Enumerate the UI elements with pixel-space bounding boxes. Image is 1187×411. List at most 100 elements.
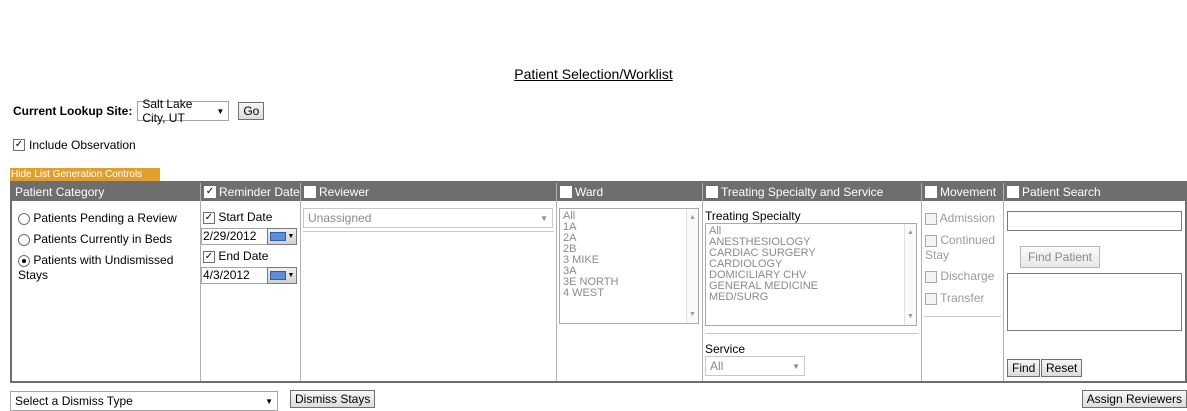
find-patient-button[interactable]: Find Patient — [1020, 246, 1100, 268]
movement-option[interactable]: Transfer — [925, 291, 984, 305]
reviewer-header-label: Reviewer — [319, 185, 370, 199]
specialty-item[interactable]: MED/SURG — [709, 292, 913, 303]
treating-column: Treating Specialty and Service Treating … — [703, 183, 922, 381]
hide-controls-link[interactable]: Hide List Generation Controls — [10, 168, 160, 181]
calendar-icon — [269, 271, 286, 280]
ward-item[interactable]: 1A — [563, 222, 695, 233]
ward-checkbox[interactable] — [560, 186, 572, 198]
patient-search-header-label: Patient Search — [1022, 185, 1101, 199]
chevron-down-icon: ▼ — [792, 361, 800, 371]
service-select[interactable]: All ▼ — [705, 356, 805, 376]
include-observation-checkbox[interactable]: ✓ — [13, 139, 25, 151]
end-date-row: ✓ End Date — [203, 249, 268, 263]
reminder-date-checkbox[interactable]: ✓ — [204, 186, 216, 198]
end-date-input[interactable]: 4/3/2012 — [201, 267, 269, 284]
movement-option[interactable]: Continued Stay — [925, 233, 1001, 263]
scroll-up-icon[interactable]: ▲ — [687, 212, 698, 223]
calendar-icon — [269, 232, 286, 241]
patient-search-column: Patient Search Find Patient Find Reset — [1004, 183, 1185, 381]
divider — [705, 333, 919, 334]
lookup-site-select[interactable]: Salt Lake City, UT ▼ — [137, 97, 230, 125]
patient-category-header: Patient Category — [12, 183, 200, 201]
go-button[interactable]: Go — [238, 102, 265, 120]
reset-button[interactable]: Reset — [1041, 359, 1083, 377]
reminder-date-header: ✓ Reminder Date — [201, 183, 300, 201]
movement-option-label: Admission — [939, 211, 996, 225]
reviewer-checkbox[interactable] — [304, 186, 316, 198]
ward-item[interactable]: All — [563, 211, 695, 222]
radio-pending[interactable] — [18, 212, 30, 225]
category-option-undismissed[interactable]: Patients with Undismissed Stays — [18, 253, 188, 283]
divider — [924, 316, 1001, 317]
include-observation-label: Include Observation — [29, 138, 136, 152]
category-option-label: Patients Currently in Beds — [33, 232, 173, 246]
movement-option-label: Discharge — [940, 269, 995, 283]
treating-specialty-label: Treating Specialty — [705, 209, 801, 223]
category-option-label: Patients with Undismissed Stays — [18, 253, 174, 282]
patient-category-column: Patient Category Patients Pending a Revi… — [12, 183, 201, 381]
continued-stay-checkbox[interactable] — [925, 234, 937, 247]
movement-header-label: Movement — [940, 185, 997, 199]
movement-checkbox[interactable] — [925, 186, 937, 198]
patient-search-input[interactable] — [1007, 211, 1182, 231]
chevron-down-icon: ▼ — [265, 396, 273, 406]
transfer-checkbox[interactable] — [925, 292, 937, 305]
chevron-down-icon: ▼ — [540, 213, 548, 223]
lookup-site-row: Current Lookup Site: Salt Lake City, UT … — [13, 97, 265, 125]
start-date-label: Start Date — [218, 210, 273, 224]
service-value: All — [710, 359, 724, 373]
category-option-pending[interactable]: Patients Pending a Review — [18, 211, 177, 225]
movement-option[interactable]: Admission — [925, 211, 995, 225]
ward-item[interactable]: 2A — [563, 233, 695, 244]
assign-reviewers-button[interactable]: Assign Reviewers — [1081, 390, 1187, 408]
category-option-in-beds[interactable]: Patients Currently in Beds — [18, 232, 172, 246]
treating-checkbox[interactable] — [706, 186, 718, 198]
reviewer-header: Reviewer — [301, 183, 556, 201]
find-button[interactable]: Find — [1007, 359, 1041, 377]
ward-item[interactable]: 3 MIKE — [563, 255, 695, 266]
include-observation-row: ✓ Include Observation — [13, 138, 136, 152]
category-option-label: Patients Pending a Review — [33, 211, 177, 225]
end-date-checkbox[interactable]: ✓ — [203, 250, 215, 263]
service-label: Service — [705, 342, 746, 356]
chevron-down-icon: ▼ — [287, 233, 295, 240]
scroll-up-icon[interactable]: ▲ — [905, 227, 916, 238]
discharge-checkbox[interactable] — [925, 270, 937, 283]
reviewer-value: Unassigned — [308, 211, 372, 225]
patient-results-listbox[interactable] — [1007, 273, 1182, 331]
ward-header-label: Ward — [575, 185, 604, 199]
reviewer-select[interactable]: Unassigned ▼ — [303, 208, 553, 228]
divider — [303, 231, 554, 232]
radio-in-beds[interactable] — [18, 233, 30, 246]
ward-listbox[interactable]: All 1A 2A 2B 3 MIKE 3A 3E NORTH 4 WEST ▲… — [559, 208, 699, 324]
start-date-checkbox[interactable]: ✓ — [203, 211, 215, 224]
scroll-down-icon[interactable]: ▼ — [905, 311, 916, 322]
treating-header: Treating Specialty and Service — [703, 183, 921, 201]
patient-search-header: Patient Search — [1004, 183, 1185, 201]
dismiss-stays-button[interactable]: Dismiss Stays — [290, 390, 376, 408]
dismiss-type-select[interactable]: Select a Dismiss Type ▼ — [10, 391, 278, 411]
admission-checkbox[interactable] — [925, 212, 937, 225]
radio-undismissed[interactable] — [18, 254, 30, 267]
dismiss-type-value: Select a Dismiss Type — [15, 394, 133, 408]
lookup-site-value: Salt Lake City, UT — [142, 97, 193, 125]
list-generation-panel: Patient Category Patients Pending a Revi… — [10, 181, 1187, 383]
lookup-site-label: Current Lookup Site: — [13, 104, 133, 118]
reviewer-column: Reviewer Unassigned ▼ — [301, 183, 557, 381]
end-date-calendar-button[interactable]: ▼ — [267, 267, 297, 284]
movement-option[interactable]: Discharge — [925, 269, 994, 283]
patient-search-checkbox[interactable] — [1007, 186, 1019, 198]
specialty-scrollbar[interactable]: ▲ ▼ — [904, 224, 916, 325]
movement-option-label: Transfer — [940, 291, 985, 305]
chevron-down-icon: ▼ — [216, 106, 225, 116]
start-date-row: ✓ Start Date — [203, 210, 272, 224]
start-date-input[interactable]: 2/29/2012 — [201, 228, 269, 245]
ward-scrollbar[interactable]: ▲ ▼ — [686, 209, 698, 323]
ward-item[interactable]: 4 WEST — [563, 288, 695, 299]
end-date-label: End Date — [218, 249, 269, 263]
start-date-calendar-button[interactable]: ▼ — [267, 228, 297, 245]
reminder-date-column: ✓ Reminder Date ✓ Start Date 2/29/2012 ▼… — [201, 183, 301, 381]
scroll-down-icon[interactable]: ▼ — [687, 309, 698, 320]
page-title: Patient Selection/Worklist — [514, 66, 673, 82]
specialty-listbox[interactable]: All ANESTHESIOLOGY CARDIAC SURGERY CARDI… — [705, 223, 917, 326]
